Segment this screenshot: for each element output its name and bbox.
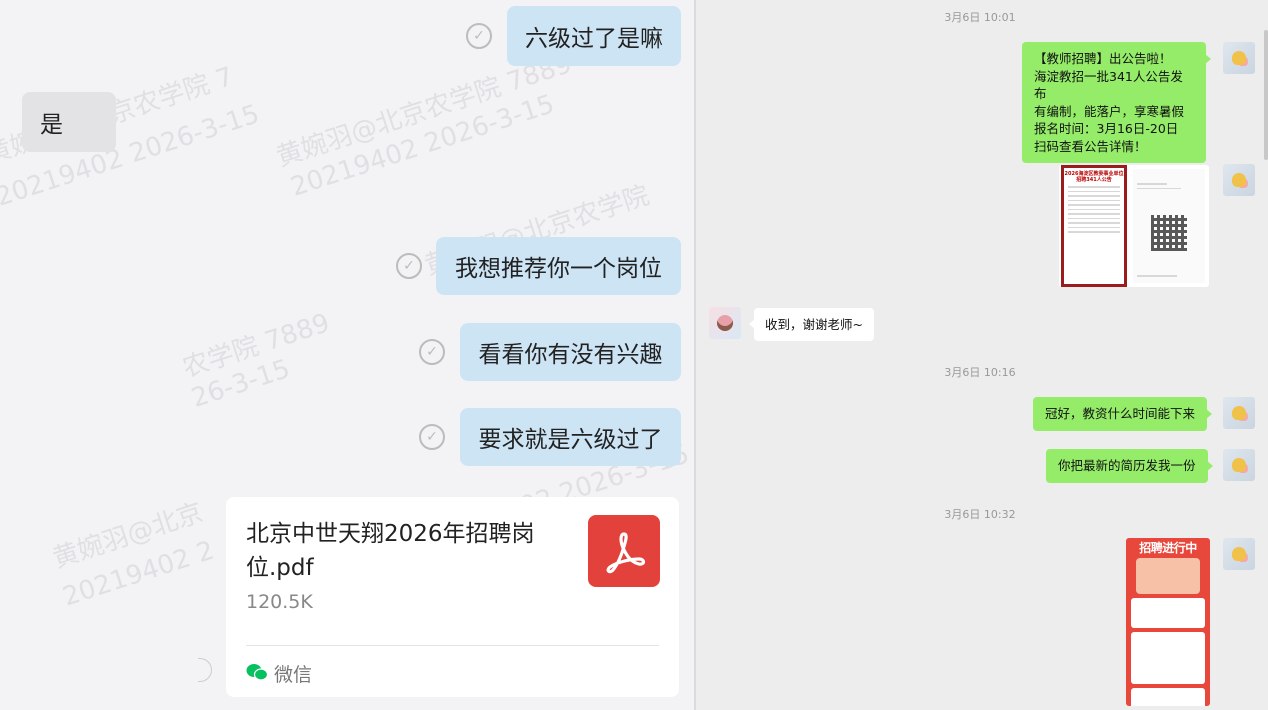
image-message-poster[interactable]: 2026海淀区教委事业单位招聘341人公告: [1059, 165, 1209, 287]
pdf-icon: [588, 515, 660, 587]
watermark: 黄婉羽@北京: [49, 497, 207, 575]
sent-message[interactable]: 看看你有没有兴趣: [460, 323, 681, 381]
watermark: 农学院 7889: [179, 308, 334, 384]
sent-message[interactable]: 我想推荐你一个岗位: [436, 237, 681, 295]
left-chat-panel: 黄婉羽@北京农学院 7889 20219402 2026-3-15 农学院 78…: [0, 0, 694, 710]
my-avatar[interactable]: [1223, 538, 1255, 570]
sent-message[interactable]: 六级过了是嘛: [507, 6, 681, 66]
sent-message-announcement[interactable]: 【教师招聘】出公告啦！ 海淀教招一批341人公告发布 有编制，能落户，享寒暑假 …: [1022, 42, 1211, 163]
read-check-icon: ✓: [466, 23, 492, 49]
timestamp: 3月6日 10:32: [944, 508, 1016, 521]
my-avatar[interactable]: [1223, 449, 1255, 481]
watermark: 黄婉羽@北京农学院 7889: [272, 49, 576, 173]
announcement-line: 有编制，能落户，享寒暑假: [1034, 103, 1185, 119]
file-size: 120.5K: [246, 591, 313, 613]
scroll-indicator[interactable]: [198, 658, 212, 682]
read-check-icon: ✓: [419, 424, 445, 450]
announcement-line: 【教师招聘】出公告啦！: [1034, 51, 1172, 66]
sent-message[interactable]: 要求就是六级过了: [460, 408, 681, 466]
scrollbar[interactable]: [1264, 30, 1268, 160]
poster-title: 2026海淀区教委事业单位招聘341人公告: [1064, 171, 1124, 183]
poster-document: 2026海淀区教委事业单位招聘341人公告: [1061, 165, 1127, 287]
received-message[interactable]: 是: [22, 92, 116, 152]
my-avatar[interactable]: [1223, 397, 1255, 429]
contact-avatar[interactable]: [709, 307, 741, 339]
file-name: 北京中世天翔2026年招聘岗位.pdf: [246, 521, 535, 581]
received-message[interactable]: 收到，谢谢老师~: [749, 308, 874, 341]
qr-code-icon: [1151, 215, 1187, 251]
image-message-recruitment[interactable]: 招聘进行中: [1126, 538, 1210, 706]
timestamp: 3月6日 10:01: [944, 11, 1016, 24]
announcement-line: 报名时间：3月16日-20日: [1034, 121, 1179, 136]
file-source-label: 微信: [274, 664, 313, 686]
my-avatar[interactable]: [1223, 164, 1255, 196]
watermark: 20219402 2: [59, 535, 218, 613]
announcement-line: 海淀教招一批341人公告发布: [1034, 68, 1183, 102]
watermark: 26-3-15: [187, 354, 294, 414]
sent-message[interactable]: 冠好，教资什么时间能下来: [1033, 397, 1213, 431]
divider: [246, 645, 659, 646]
recruit-image-title: 招聘进行中: [1139, 541, 1197, 555]
announcement-line: 扫码查看公告详情！: [1034, 138, 1147, 154]
watermark: 20219402 2026-3-15: [287, 89, 559, 203]
timestamp: 3月6日 10:16: [944, 366, 1016, 379]
poster-qr-page: [1133, 169, 1205, 283]
read-check-icon: ✓: [396, 253, 422, 279]
my-avatar[interactable]: [1223, 42, 1255, 74]
read-check-icon: ✓: [419, 339, 445, 365]
sent-message[interactable]: 你把最新的简历发我一份: [1046, 449, 1213, 483]
right-chat-panel: 3月6日 10:01 【教师招聘】出公告啦！ 海淀教招一批341人公告发布 有编…: [696, 0, 1268, 710]
file-message-card[interactable]: 北京中世天翔2026年招聘岗位.pdf 120.5K 微信: [226, 497, 679, 697]
wechat-icon: [246, 664, 268, 681]
